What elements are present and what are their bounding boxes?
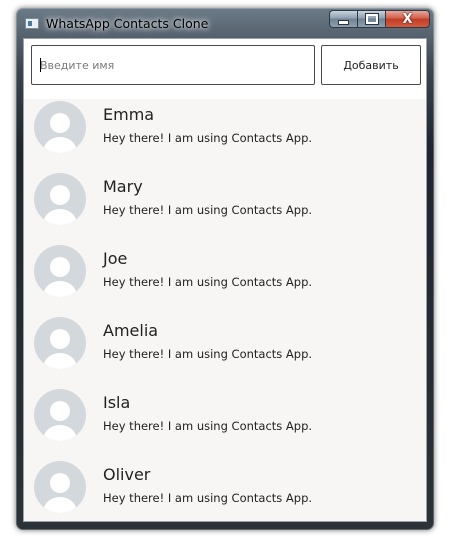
- contact-item[interactable]: Mary Hey there! I am using Contacts App.: [24, 171, 426, 243]
- add-button[interactable]: Добавить: [321, 45, 421, 85]
- close-button[interactable]: X: [385, 10, 430, 28]
- avatar-head: [50, 113, 70, 133]
- user-avatar-icon: [34, 173, 86, 225]
- maximize-icon: [364, 13, 379, 25]
- toolbar: Добавить: [24, 39, 426, 99]
- contact-name: Amelia: [103, 321, 159, 340]
- close-icon: X: [402, 11, 413, 27]
- contact-name: Mary: [103, 177, 143, 196]
- minimize-button[interactable]: [329, 10, 357, 28]
- avatar-body: [43, 209, 77, 225]
- contact-name: Isla: [103, 393, 131, 412]
- contact-item[interactable]: Oliver Hey there! I am using Contacts Ap…: [24, 459, 426, 521]
- contact-name: Oliver: [103, 465, 151, 484]
- avatar-body: [43, 281, 77, 297]
- contact-status: Hey there! I am using Contacts App.: [103, 275, 313, 289]
- contact-item[interactable]: Joe Hey there! I am using Contacts App.: [24, 243, 426, 315]
- user-avatar-icon: [34, 317, 86, 369]
- user-avatar-icon: [34, 461, 86, 513]
- app-window: WhatsApp Contacts Clone X Добавить Emma …: [16, 8, 434, 530]
- avatar-head: [50, 401, 70, 421]
- avatar-head: [50, 257, 70, 277]
- avatar-head: [50, 473, 70, 493]
- contact-item[interactable]: Amelia Hey there! I am using Contacts Ap…: [24, 315, 426, 387]
- contact-list[interactable]: Emma Hey there! I am using Contacts App.…: [24, 99, 426, 521]
- contact-status: Hey there! I am using Contacts App.: [103, 491, 313, 505]
- user-avatar-icon: [34, 389, 86, 441]
- contact-status: Hey there! I am using Contacts App.: [103, 419, 313, 433]
- contact-item[interactable]: Emma Hey there! I am using Contacts App.: [24, 99, 426, 171]
- user-avatar-icon: [34, 101, 86, 153]
- text-caret: [40, 58, 41, 72]
- app-window-icon[interactable]: [25, 18, 39, 29]
- avatar-body: [43, 425, 77, 441]
- contact-item[interactable]: Isla Hey there! I am using Contacts App.: [24, 387, 426, 459]
- maximize-button[interactable]: [357, 10, 385, 28]
- contact-name: Joe: [103, 249, 128, 268]
- minimize-icon: [338, 19, 349, 25]
- title-bar[interactable]: WhatsApp Contacts Clone X: [16, 8, 434, 38]
- avatar-head: [50, 329, 70, 349]
- name-input[interactable]: [31, 45, 315, 85]
- caption-buttons: X: [329, 10, 430, 28]
- client-area: Добавить Emma Hey there! I am using Cont…: [23, 38, 427, 522]
- avatar-head: [50, 185, 70, 205]
- user-avatar-icon: [34, 245, 86, 297]
- contact-name: Emma: [103, 105, 155, 124]
- avatar-body: [43, 353, 77, 369]
- contact-status: Hey there! I am using Contacts App.: [103, 203, 313, 217]
- avatar-body: [43, 497, 77, 513]
- contact-status: Hey there! I am using Contacts App.: [103, 131, 313, 145]
- avatar-body: [43, 137, 77, 153]
- window-title: WhatsApp Contacts Clone: [46, 16, 209, 31]
- contact-status: Hey there! I am using Contacts App.: [103, 347, 313, 361]
